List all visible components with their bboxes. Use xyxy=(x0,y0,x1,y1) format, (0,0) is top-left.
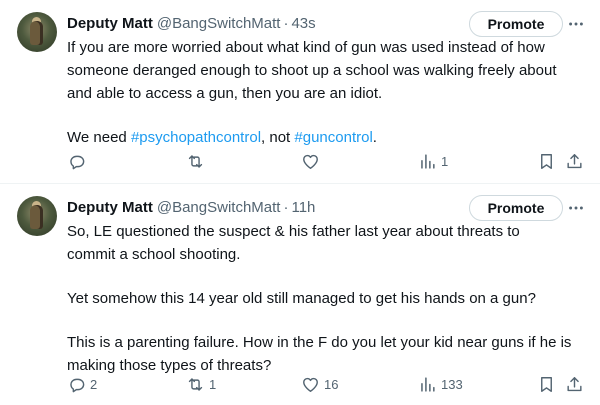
author-name[interactable]: Deputy Matt xyxy=(67,15,153,32)
repost-count: 1 xyxy=(209,376,217,392)
reply-button[interactable]: 2 xyxy=(67,373,97,395)
avatar[interactable] xyxy=(17,12,57,52)
hashtag-link[interactable]: #guncontrol xyxy=(294,129,372,146)
tweet-text-line: If you are more worried about what kind … xyxy=(67,39,545,56)
action-bar: 1 xyxy=(67,150,587,172)
views-count: 133 xyxy=(441,376,463,392)
reply-button[interactable] xyxy=(67,150,90,172)
views-count: 1 xyxy=(441,153,449,169)
tweet[interactable]: Deputy Matt @BangSwitchMatt · 43s Promot… xyxy=(0,0,600,184)
bookmark-button[interactable] xyxy=(537,373,556,395)
like-count: 16 xyxy=(324,376,339,392)
tweet-text-line: This is a parenting failure. How in the … xyxy=(67,334,572,351)
share-icon xyxy=(567,153,582,168)
tweet-text: If you are more worried about what kind … xyxy=(67,36,587,149)
author-handle[interactable]: @BangSwitchMatt xyxy=(157,15,281,32)
views-icon xyxy=(421,153,435,169)
tweet-text-line: So, LE questioned the suspect & his fath… xyxy=(67,223,520,240)
repost-button[interactable] xyxy=(186,150,209,172)
reply-icon xyxy=(70,155,85,169)
like-icon xyxy=(303,377,318,392)
separator-dot: · xyxy=(283,198,289,216)
tweet[interactable]: Deputy Matt @BangSwitchMatt · 11h Promot… xyxy=(0,184,600,405)
author-handle[interactable]: @BangSwitchMatt xyxy=(157,199,281,216)
text-segment: , not xyxy=(261,129,295,146)
tweet-text-line: and able to access a gun, then you are a… xyxy=(67,85,383,102)
share-button[interactable] xyxy=(565,150,584,172)
tweet-header: Deputy Matt @BangSwitchMatt · 43s xyxy=(67,12,316,34)
tweet-text-line: We need #psychopathcontrol, not #guncont… xyxy=(67,126,587,149)
tweet-text-line: someone deranged enough to shoot up a sc… xyxy=(67,62,557,79)
promote-button[interactable]: Promote xyxy=(469,11,563,37)
tweet-text: So, LE questioned the suspect & his fath… xyxy=(67,220,587,377)
views-icon xyxy=(421,376,435,392)
views-button[interactable]: 133 xyxy=(418,373,463,395)
tweet-text-line: commit a school shooting. xyxy=(67,246,241,263)
author-name[interactable]: Deputy Matt xyxy=(67,199,153,216)
action-bar: 2 1 16 133 xyxy=(67,373,587,395)
promote-button[interactable]: Promote xyxy=(469,195,563,221)
like-button[interactable] xyxy=(301,150,324,172)
bookmark-icon xyxy=(541,153,552,169)
reply-icon xyxy=(70,378,85,392)
reply-count: 2 xyxy=(90,376,98,392)
bookmark-icon xyxy=(541,376,552,392)
repost-button[interactable]: 1 xyxy=(186,373,216,395)
more-icon[interactable] xyxy=(566,198,586,218)
hashtag-link[interactable]: #psychopathcontrol xyxy=(131,129,261,146)
timestamp[interactable]: 43s xyxy=(291,15,315,32)
views-button[interactable]: 1 xyxy=(418,150,448,172)
avatar[interactable] xyxy=(17,196,57,236)
timestamp[interactable]: 11h xyxy=(291,199,315,216)
share-button[interactable] xyxy=(565,373,584,395)
share-icon xyxy=(567,376,582,391)
text-segment: We need xyxy=(67,129,131,146)
repost-icon xyxy=(188,377,203,391)
tweet-header: Deputy Matt @BangSwitchMatt · 11h xyxy=(67,196,315,218)
separator-dot: · xyxy=(283,14,289,32)
tweet-text-line: Yet somehow this 14 year old still manag… xyxy=(67,290,536,307)
repost-icon xyxy=(188,154,203,168)
text-segment: . xyxy=(372,129,377,146)
bookmark-button[interactable] xyxy=(537,150,556,172)
like-button[interactable]: 16 xyxy=(301,373,338,395)
like-icon xyxy=(303,154,318,169)
more-icon[interactable] xyxy=(566,14,586,34)
